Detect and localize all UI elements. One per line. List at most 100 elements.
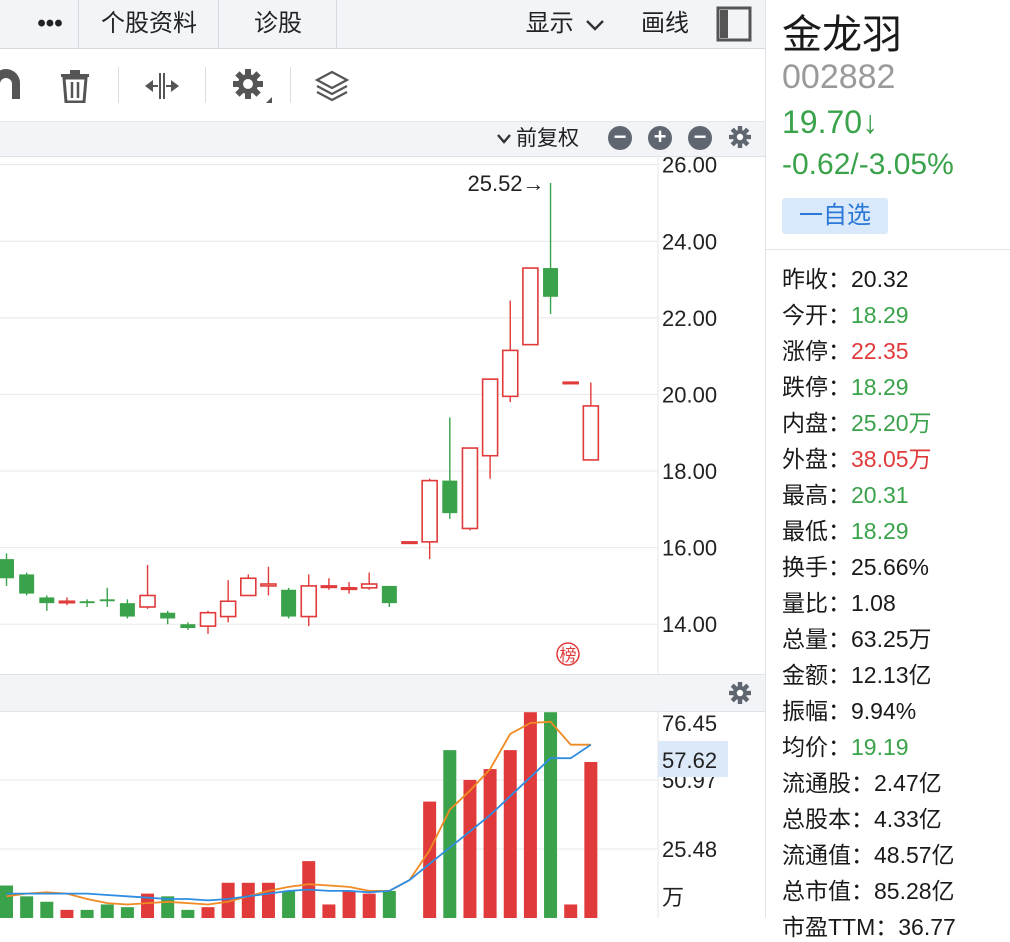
candle-body	[543, 268, 559, 297]
y-tick-label: 16.00	[662, 536, 717, 561]
trash-icon[interactable]	[58, 69, 92, 104]
tab-divider	[218, 0, 219, 48]
volume-bar	[342, 890, 356, 918]
stat-row: 最高：20.31	[782, 476, 909, 510]
layers-icon[interactable]	[314, 69, 350, 103]
stat-label: 外盘：	[782, 446, 851, 472]
y-tick-label: 26.00	[662, 157, 717, 178]
stat-row: 总股本：4.33亿	[782, 800, 942, 834]
stat-row: 流通股：2.47亿	[782, 764, 942, 798]
adjust-dropdown[interactable]: 前复权	[496, 122, 579, 156]
stat-row: 外盘：38.05万	[782, 440, 932, 474]
candle-body	[562, 381, 580, 385]
candle-body	[461, 447, 479, 530]
stat-value: 85.28亿	[874, 878, 955, 904]
candle-body	[199, 611, 217, 627]
stat-label: 振幅：	[782, 698, 851, 724]
volume-bar	[463, 779, 477, 918]
toolbar-divider	[118, 67, 119, 103]
candle-body	[300, 585, 318, 618]
toolbar-divider	[290, 67, 291, 103]
volume-bar	[60, 909, 74, 918]
stat-value: 1.08	[851, 590, 896, 616]
zoom-in-icon[interactable]: +	[648, 126, 672, 150]
zoom-out-icon[interactable]: −	[608, 126, 632, 150]
candlestick-chart: 26.00 24.00 22.00 20.00 18.00 16.00 14.00 25.5…	[0, 157, 717, 674]
stat-label: 流通股：	[782, 770, 874, 796]
stat-row: 今开：18.29	[782, 296, 909, 330]
draw-line-button[interactable]: 画线	[628, 0, 702, 48]
volume-bar	[0, 885, 13, 918]
stat-label: 量比：	[782, 590, 851, 616]
tab-stock-profile[interactable]: 个股资料	[80, 0, 218, 48]
volume-bar	[241, 882, 255, 918]
chart-settings-gear-icon[interactable]	[728, 125, 752, 149]
candle-body	[442, 480, 458, 514]
candle-body	[19, 574, 35, 594]
stat-value: 25.66%	[851, 554, 930, 580]
stat-value: 20.31	[851, 482, 909, 508]
y-tick-label: 76.45	[662, 711, 717, 736]
max-price-annotation: 25.52→	[467, 171, 544, 196]
candle-body	[281, 589, 297, 617]
quote-panel: 金龙羽 002882 19.70↓ -0.62/-3.05% 一自选 昨收：20…	[765, 0, 1010, 940]
stat-value: 4.33亿	[874, 806, 942, 832]
volume-settings-gear-icon[interactable]	[728, 681, 752, 705]
y-tick-label: 24.00	[662, 229, 717, 254]
candle-body	[160, 612, 176, 619]
remove-favorite-button[interactable]: 一自选	[782, 198, 888, 234]
stat-label: 换手：	[782, 554, 851, 580]
stat-value: 20.32	[851, 266, 909, 292]
volume-bar	[382, 890, 396, 918]
stat-value: 18.29	[851, 518, 909, 544]
stat-label: 昨收：	[782, 266, 851, 292]
minimize-icon[interactable]: −	[688, 126, 712, 150]
candle-body	[522, 267, 539, 346]
stat-row: 总市值：85.28亿	[782, 872, 955, 906]
adjust-label: 前复权	[516, 127, 579, 150]
chevron-down-icon	[497, 134, 511, 145]
y-tick-label: 18.00	[662, 459, 717, 484]
volume-bar	[261, 882, 275, 918]
candle-body	[501, 349, 519, 398]
toolbar-divider	[205, 67, 206, 103]
volume-bar	[20, 896, 34, 918]
volume-bar	[503, 750, 517, 918]
candle-body	[0, 559, 14, 579]
panel-toggle-icon[interactable]	[716, 6, 752, 42]
volume-header-bar	[0, 674, 765, 712]
display-dropdown[interactable]: 显示	[512, 0, 620, 48]
more-button[interactable]: •••	[22, 0, 78, 48]
volume-chart: 76.4550.9725.48 57.62 万	[0, 711, 728, 918]
candle-body	[139, 594, 156, 608]
candle-body	[401, 541, 418, 545]
stat-label: 流通值：	[782, 842, 874, 868]
volume-bar	[544, 712, 558, 918]
volume-bar	[362, 893, 376, 918]
volume-bar	[80, 909, 94, 918]
stat-label: 总股本：	[782, 806, 874, 832]
stat-row: 均价：19.19	[782, 728, 909, 762]
zoom-fit-icon[interactable]	[144, 71, 180, 101]
volume-ma-short-line	[6, 720, 591, 906]
stat-label: 均价：	[782, 734, 851, 760]
stat-value: 22.35	[851, 338, 909, 364]
y-tick-label: 22.00	[662, 306, 717, 331]
stat-row: 内盘：25.20万	[782, 404, 932, 438]
stat-value: 9.94%	[851, 698, 917, 724]
candle-body	[340, 587, 358, 591]
stat-label: 涨停：	[782, 338, 851, 364]
stock-code: 002882	[782, 58, 896, 96]
magnet-icon[interactable]	[0, 69, 24, 101]
stat-row: 换手：25.66%	[782, 548, 929, 582]
stat-value: 18.29	[851, 302, 909, 328]
stat-label: 今开：	[782, 302, 851, 328]
candle-body	[119, 603, 135, 617]
settings-gear-icon[interactable]	[232, 67, 274, 105]
stat-value: 2.47亿	[874, 770, 942, 796]
volume-bar	[523, 712, 537, 918]
candle-body	[240, 577, 257, 597]
tab-diagnose[interactable]: 诊股	[220, 0, 336, 48]
stat-value: 38.05万	[851, 446, 932, 472]
stat-row: 振幅：9.94%	[782, 692, 916, 726]
